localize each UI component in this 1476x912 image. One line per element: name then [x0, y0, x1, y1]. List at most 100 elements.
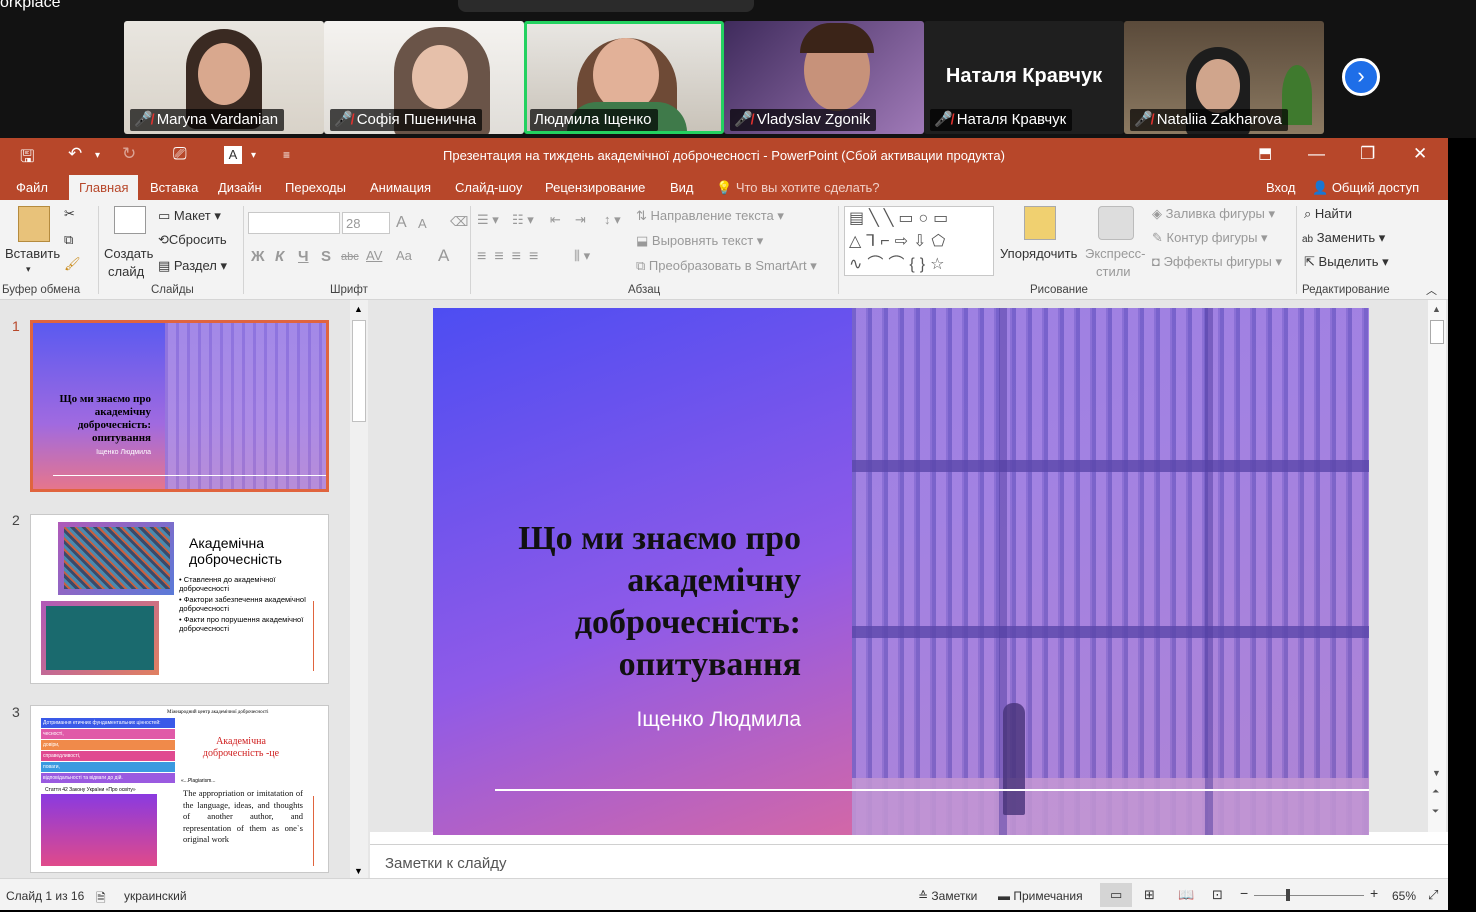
section-button[interactable]: ▤ Раздел ▾ [158, 258, 227, 274]
restore-icon[interactable]: ❐ [1360, 144, 1375, 164]
zoom-out-icon[interactable]: − [1240, 885, 1248, 901]
tell-me-search[interactable]: 💡 Что вы хотите сделать? [716, 180, 880, 196]
grow-font-icon[interactable]: A [396, 214, 407, 232]
tab-insert[interactable]: Вставка [150, 180, 198, 195]
quick-styles-button[interactable]: Экспресс- [1085, 246, 1146, 261]
font-size-input[interactable]: 28 [342, 212, 390, 234]
quick-styles-button-2[interactable]: стили [1096, 264, 1131, 279]
zoom-slider[interactable] [1254, 895, 1364, 896]
change-case-button[interactable]: Aa [396, 248, 412, 263]
video-tile-natalia[interactable]: Наталя Кравчук 🎤̸ Наталя Кравчук [924, 21, 1124, 134]
scroll-up-icon[interactable]: ▲ [354, 304, 363, 314]
tab-transitions[interactable]: Переходы [285, 180, 346, 195]
video-tile-vladyslav[interactable]: 🎤̸ Vladyslav Zgonik [724, 21, 924, 134]
editor-scroll-thumb[interactable] [1430, 320, 1444, 344]
slide-sorter-icon[interactable]: ⊞ [1144, 887, 1155, 903]
paste-icon[interactable] [18, 206, 50, 242]
paste-dropdown-icon[interactable]: ▾ [26, 264, 31, 275]
close-icon[interactable]: ✕ [1413, 144, 1427, 164]
increase-indent-icon[interactable]: ⇥ [575, 212, 586, 228]
italic-button[interactable]: К [275, 248, 284, 265]
video-tile-maryna[interactable]: 🎤̸ Maryna Vardanian [124, 21, 324, 134]
sign-in-link[interactable]: Вход [1266, 180, 1295, 195]
decrease-indent-icon[interactable]: ⇤ [550, 212, 561, 228]
language-indicator[interactable]: украинский [124, 889, 187, 903]
fit-to-window-icon[interactable]: ⤢ [1428, 887, 1438, 903]
underline-button[interactable]: Ч [298, 248, 309, 265]
video-tile-nataliia[interactable]: 🎤̸ Nataliia Zakharova [1124, 21, 1324, 134]
arrange-button[interactable]: Упорядочить [1000, 246, 1077, 261]
font-color-icon[interactable]: A [438, 246, 449, 266]
reading-view-icon[interactable]: 📖 [1178, 887, 1194, 903]
bold-button[interactable]: Ж [251, 248, 265, 265]
notes-toggle[interactable]: ≙ Заметки [918, 889, 977, 903]
shape-outline-button[interactable]: ✎ Контур фигуры ▾ [1152, 230, 1268, 246]
scroll-up-icon[interactable]: ▲ [1432, 304, 1441, 314]
comments-toggle[interactable]: ▬ Примечания [998, 889, 1083, 903]
shape-effects-button[interactable]: ◘ Эффекты фигуры ▾ [1152, 254, 1282, 270]
spellcheck-icon[interactable]: 🗎 [96, 889, 106, 910]
thumbs-scroll-thumb[interactable] [352, 320, 366, 422]
video-tile-sofia[interactable]: 🎤̸ Софія Пшенична [324, 21, 524, 134]
shrink-font-icon[interactable]: A [418, 216, 427, 231]
zoom-level[interactable]: 65% [1392, 889, 1416, 903]
select-button[interactable]: ⇱ Выделить ▾ [1304, 254, 1389, 270]
tab-view[interactable]: Вид [670, 180, 694, 195]
zoom-top-toolbar[interactable] [458, 0, 754, 12]
shadow-button[interactable]: S [321, 248, 331, 265]
slide-thumb-3[interactable]: Міжнародний центр академічної доброчесно… [30, 705, 329, 873]
reset-button[interactable]: ⟲Сбросить [158, 232, 227, 248]
align-text-button[interactable]: ⬓ Выровнять текст ▾ [636, 233, 763, 249]
char-spacing-button[interactable]: AV [366, 248, 382, 263]
bullets-icon[interactable]: ☰ ▾ [477, 212, 499, 228]
align-buttons[interactable]: ≡≡≡≡ [477, 248, 546, 266]
slideshow-view-icon[interactable]: ⊡ [1212, 887, 1223, 903]
previous-slide-icon[interactable]: ⏶ [1432, 786, 1439, 797]
quick-styles-icon[interactable] [1098, 206, 1134, 240]
next-slide-icon[interactable]: ⏷ [1432, 806, 1439, 817]
font-name-input[interactable] [248, 212, 340, 234]
copy-icon[interactable]: ⧉ [64, 232, 73, 248]
normal-view-icon[interactable]: ▭ [1110, 887, 1122, 903]
line-spacing-icon[interactable]: ↕ ▾ [604, 212, 621, 228]
format-painter-icon[interactable]: 🖌 [64, 256, 81, 272]
slide-canvas[interactable]: Що ми знаємо про академічну доброчесніст… [433, 308, 1369, 835]
collapse-ribbon-icon[interactable]: ︿ [1426, 282, 1437, 298]
notes-pane[interactable]: Заметки к слайду [370, 844, 1448, 878]
zoom-slider-thumb[interactable] [1286, 889, 1290, 901]
tab-home[interactable]: Главная [69, 175, 139, 200]
columns-icon[interactable]: ⫼ ▾ [574, 248, 590, 264]
minimize-icon[interactable]: — [1308, 144, 1325, 164]
tab-review[interactable]: Рецензирование [545, 180, 645, 195]
ribbon-display-icon[interactable]: ⬒ [1258, 144, 1272, 162]
tab-slideshow[interactable]: Слайд-шоу [455, 180, 522, 195]
slide-author[interactable]: Іщенко Людмила [533, 708, 801, 732]
scroll-down-icon[interactable]: ▼ [354, 866, 363, 876]
clear-format-icon[interactable]: ⌫ [450, 214, 468, 230]
slide-thumb-1[interactable]: Що ми знаємо про академічну доброчесніст… [30, 320, 329, 492]
scroll-down-icon[interactable]: ▼ [1432, 768, 1441, 778]
smartart-button[interactable]: ⧉ Преобразовать в SmartArt ▾ [636, 258, 817, 274]
new-slide-icon[interactable] [114, 206, 146, 234]
editor-scrollbar[interactable] [1428, 300, 1446, 832]
arrange-icon[interactable] [1024, 206, 1056, 240]
new-slide-button-2[interactable]: слайд [108, 264, 144, 279]
numbering-icon[interactable]: ☷ ▾ [512, 212, 534, 228]
replace-button[interactable]: ab Заменить ▾ [1302, 230, 1385, 246]
tab-design[interactable]: Дизайн [218, 180, 262, 195]
new-slide-button[interactable]: Создать [104, 246, 153, 261]
zoom-in-icon[interactable]: + [1370, 885, 1378, 901]
cut-icon[interactable]: ✂ [64, 206, 75, 222]
layout-button[interactable]: ▭ Макет ▾ [158, 208, 221, 224]
shapes-gallery[interactable]: ▤╲╲▭○▭ △⅂⌐⇨⇩⬠ ∿⌒⌒{}☆ [844, 206, 994, 276]
paste-button[interactable]: Вставить [5, 246, 60, 261]
tab-file[interactable]: Файл [16, 180, 48, 195]
find-button[interactable]: ⌕ Найти [1304, 206, 1352, 222]
slide-title[interactable]: Що ми знаємо про академічну доброчесніст… [495, 518, 801, 686]
strikethrough-button[interactable]: abc [341, 251, 359, 263]
share-button[interactable]: 👤 Общий доступ [1312, 180, 1419, 196]
slide-thumb-2[interactable]: Академічна доброчесність • Ставлення до … [30, 514, 329, 684]
shape-fill-button[interactable]: ◈ Заливка фигуры ▾ [1152, 206, 1275, 222]
video-tile-liudmyla[interactable]: Людмила Іщенко [524, 21, 724, 134]
text-direction-button[interactable]: ⇅ Направление текста ▾ [636, 208, 784, 224]
